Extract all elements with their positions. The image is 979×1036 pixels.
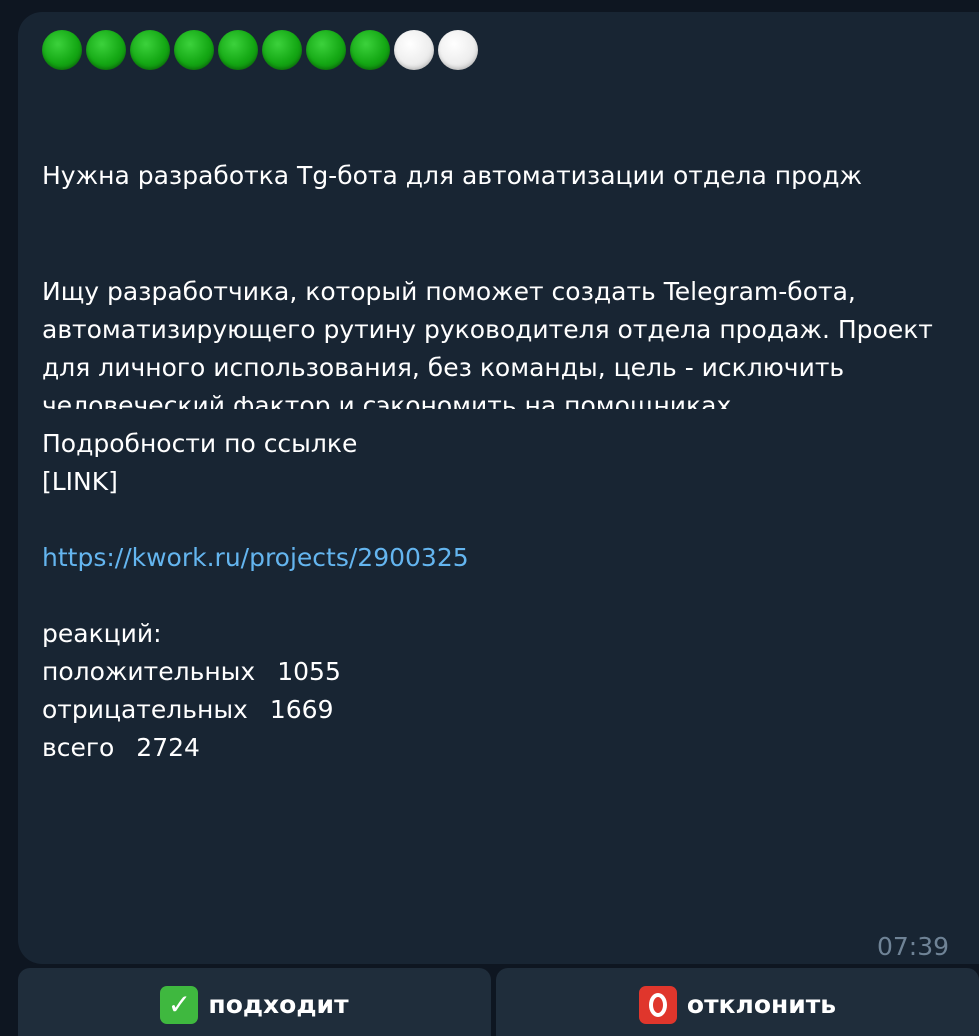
details-text: Подробности по ссылке — [42, 429, 358, 458]
reject-button[interactable]: отклонить — [496, 968, 979, 1036]
reactions-total: всего 2724 — [42, 729, 341, 767]
negative-value: 1669 — [269, 695, 334, 724]
reject-button-label: отклонить — [686, 990, 837, 1019]
total-label: всего — [42, 733, 115, 762]
message-bubble: Нужна разработка Tg-бота для автоматизац… — [18, 12, 979, 964]
reactions-header: реакций: — [42, 619, 162, 648]
green-circle-icon — [262, 30, 302, 70]
project-link[interactable]: https://kwork.ru/projects/2900325 — [42, 539, 469, 577]
total-value: 2724 — [136, 733, 200, 762]
project-title: Нужна разработка Tg-бота для автоматизац… — [42, 161, 863, 190]
message-time: 07:39 — [876, 932, 949, 961]
positive-value: 1055 — [277, 657, 341, 686]
green-circle-icon — [42, 30, 82, 70]
accept-button-label: подходит — [208, 990, 349, 1019]
white-circle-icon — [394, 30, 434, 70]
red-o-button-icon — [638, 986, 677, 1024]
reactions-block: реакций: положительных 1055 отрицательных… — [42, 615, 341, 767]
accept-button[interactable]: ✓ подходит — [18, 968, 491, 1036]
reactions-positive: положительных 1055 — [42, 653, 341, 691]
rating-indicator — [42, 30, 478, 70]
green-circle-icon — [130, 30, 170, 70]
positive-label: положительных — [42, 657, 256, 686]
reactions-negative: отрицательных 1669 — [42, 691, 341, 729]
green-circle-icon — [218, 30, 258, 70]
green-circle-icon — [86, 30, 126, 70]
white-circle-icon — [438, 30, 478, 70]
green-circle-icon — [350, 30, 390, 70]
link-placeholder: [LINK] — [42, 467, 118, 496]
chat-view: Нужна разработка Tg-бота для автоматизац… — [0, 0, 979, 1036]
project-description: Ищу разработчика, который поможет создат… — [42, 277, 933, 409]
green-circle-icon — [174, 30, 214, 70]
green-circle-icon — [306, 30, 346, 70]
check-mark-button-icon: ✓ — [160, 986, 199, 1024]
negative-label: отрицательных — [42, 695, 248, 724]
